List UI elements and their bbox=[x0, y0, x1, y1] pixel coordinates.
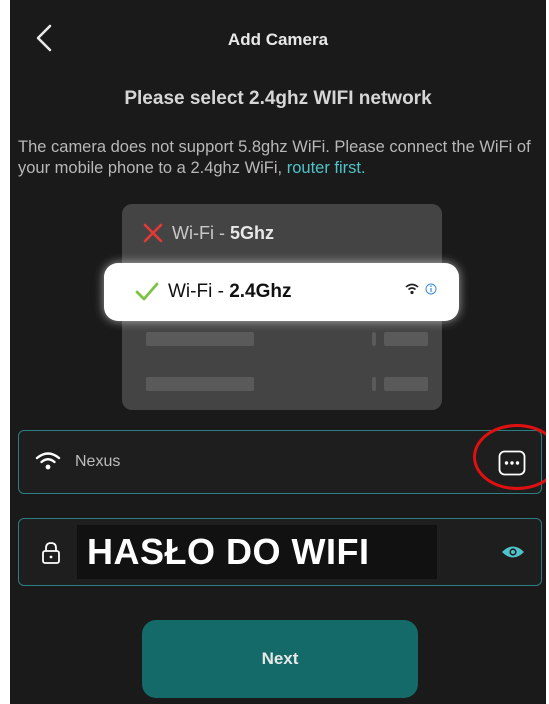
wifi-option-indicators bbox=[405, 283, 437, 295]
instruction-text: The camera does not support 5.8ghz WiFi.… bbox=[18, 137, 540, 179]
placeholder-bar bbox=[146, 332, 254, 346]
next-button[interactable]: Next bbox=[142, 620, 418, 698]
info-icon bbox=[425, 283, 437, 295]
app-screen: Add Camera Please select 2.4ghz WIFI net… bbox=[10, 0, 546, 704]
instruction-body: The camera does not support 5.8ghz WiFi.… bbox=[18, 138, 531, 177]
wifi-password-field[interactable]: HASŁO DO WIFI bbox=[18, 518, 542, 586]
wifi-network-name: Nexus bbox=[75, 453, 121, 470]
wifi-24ghz-band: 2.4Ghz bbox=[229, 281, 292, 302]
eye-icon[interactable] bbox=[501, 544, 525, 560]
placeholder-bar bbox=[146, 377, 254, 391]
more-icon bbox=[498, 450, 526, 476]
lock-icon bbox=[42, 542, 60, 564]
header-title: Add Camera bbox=[227, 30, 329, 49]
wifi-signal-icon bbox=[405, 283, 419, 295]
cross-icon bbox=[143, 223, 163, 243]
select-network-button[interactable] bbox=[498, 450, 526, 476]
wifi-5ghz-prefix: Wi-Fi - bbox=[172, 222, 230, 243]
placeholder-bar bbox=[384, 332, 428, 346]
placeholder-bar bbox=[372, 332, 376, 346]
page-heading: Please select 2.4ghz WIFI network bbox=[124, 88, 432, 109]
wifi-network-field[interactable]: Nexus bbox=[18, 430, 542, 494]
wifi-option-24ghz: Wi-Fi - 2.4Ghz bbox=[104, 263, 459, 321]
placeholder-bar bbox=[372, 377, 376, 391]
wifi-24ghz-prefix: Wi-Fi - bbox=[168, 281, 230, 302]
wifi-option-24ghz-label: Wi-Fi - 2.4Ghz bbox=[168, 281, 292, 303]
wifi-5ghz-band: 5Ghz bbox=[229, 222, 274, 243]
wifi-icon bbox=[35, 452, 61, 470]
wifi-password-value: HASŁO DO WIFI bbox=[87, 531, 370, 572]
router-first-link[interactable]: router first. bbox=[287, 159, 366, 177]
wifi-option-5ghz-label: Wi-Fi - 5Ghz bbox=[172, 223, 274, 244]
placeholder-bar bbox=[384, 377, 428, 391]
checkmark-icon bbox=[135, 282, 159, 301]
wifi-option-5ghz: Wi-Fi - 5Ghz bbox=[142, 219, 274, 247]
